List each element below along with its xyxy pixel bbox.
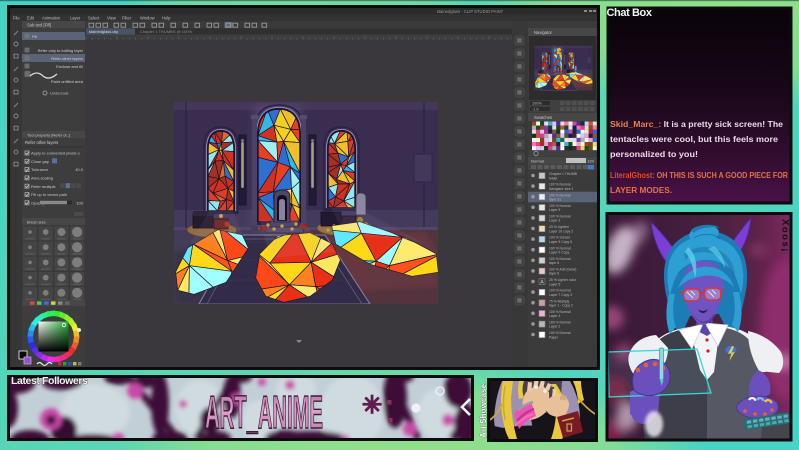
svg-text:layer 6: layer 6 (549, 261, 559, 265)
svg-text:Window: Window (140, 16, 155, 21)
svg-text:Enclose and fill: Enclose and fill (56, 64, 83, 69)
svg-text:layer 8: layer 8 (549, 272, 559, 276)
svg-text:Area scaling: Area scaling (31, 176, 53, 181)
svg-text:Animation: Animation (42, 16, 61, 21)
svg-text:Undercoat: Undercoat (50, 91, 69, 96)
svg-text:Skid_Marc_: It is a pretty sic: Skid_Marc_: It is a pretty sick screen! … (610, 120, 784, 129)
svg-text:Paint unfilled area: Paint unfilled area (51, 79, 84, 84)
svg-text:tentacles were cool, but this: tentacles were cool, but this feels more (610, 135, 779, 144)
svg-text:Layer 9 Copy: Layer 9 Copy (549, 251, 569, 255)
svg-text:Normal: Normal (531, 158, 544, 163)
svg-text:100: 100 (587, 158, 594, 163)
svg-text:Layer 3: Layer 3 (549, 219, 560, 223)
svg-text:layer 1 - Copy 2: layer 1 - Copy 2 (549, 304, 573, 308)
svg-text:Layer 7 Copy 3: Layer 7 Copy 3 (549, 293, 572, 297)
svg-text:stainedglass.clip: stainedglass.clip (89, 29, 119, 34)
svg-text:Layer 9: Layer 9 (549, 208, 560, 212)
svg-text:Swatches: Swatches (534, 115, 552, 120)
svg-text:Refer only to editing layer: Refer only to editing layer (38, 48, 84, 53)
svg-text:personalized to you!: personalized to you! (610, 150, 698, 159)
svg-text:Layer 10 copy 2: Layer 10 copy 2 (549, 229, 573, 233)
svg-text:Brush size: Brush size (27, 219, 46, 224)
svg-text:Layer 4: Layer 4 (549, 314, 560, 318)
svg-text:File: File (13, 16, 20, 21)
svg-text:Latest Followers: Latest Followers (11, 375, 88, 387)
svg-text:Help: Help (162, 16, 171, 21)
svg-text:View: View (107, 16, 116, 21)
svg-text:100: 100 (76, 200, 83, 205)
svg-text:LAYER MODES.: LAYER MODES. (610, 186, 672, 195)
svg-text:layer 31: layer 31 (549, 198, 561, 202)
svg-text:40.0: 40.0 (75, 167, 84, 172)
svg-text:Edit: Edit (27, 16, 35, 21)
svg-text:Fill: Fill (32, 34, 37, 39)
svg-text:Fill up to vector path: Fill up to vector path (31, 192, 67, 197)
svg-text:Chapter 1 THUMBS @ 100%: Chapter 1 THUMBS @ 100% (140, 29, 192, 34)
svg-text:Navigator: Navigator (534, 30, 553, 35)
svg-text:Art Showcase: Art Showcase (479, 383, 488, 438)
svg-text:Paper: Paper (549, 335, 559, 339)
svg-text:Refer other layers: Refer other layers (25, 140, 58, 145)
svg-text:Layer: Layer (70, 16, 81, 21)
svg-text:Close gap: Close gap (31, 159, 50, 164)
svg-text:Filter: Filter (122, 16, 132, 21)
svg-text:Navigator size 1: Navigator size 1 (549, 187, 573, 191)
svg-text:LiteralGhost: OH THIS IS SUCH: LiteralGhost: OH THIS IS SUCH A GOOD PIE… (610, 171, 788, 180)
svg-text:-1.9: -1.9 (532, 108, 539, 112)
svg-text:folder: folder (549, 176, 558, 180)
svg-text:Apply to connected pixels o: Apply to connected pixels o (31, 151, 80, 156)
svg-text:Layer 5: Layer 5 (549, 282, 560, 286)
svg-text:Tool property [Refer ot..]: Tool property [Refer ot..] (27, 132, 70, 137)
svg-text:stainedglass - CLIP STUDIO PAI: stainedglass - CLIP STUDIO PAINT (437, 9, 504, 14)
svg-text:Xoos¡: Xoos¡ (780, 219, 791, 253)
svg-text:100%: 100% (532, 102, 542, 106)
svg-text:Tolerance: Tolerance (31, 167, 49, 172)
svg-text:Layer 2: Layer 2 (549, 325, 560, 329)
svg-text:Refer multiple: Refer multiple (31, 184, 56, 189)
svg-text:Refer other layers: Refer other layers (51, 56, 83, 61)
svg-text:Sub tool [Fill]: Sub tool [Fill] (27, 22, 51, 27)
svg-text:Chat Box: Chat Box (607, 7, 653, 19)
svg-text:✳: ✳ (362, 392, 382, 419)
svg-text:Layer 9 Copy 5: Layer 9 Copy 5 (549, 240, 572, 244)
svg-text:ART_ANIME: ART_ANIME (205, 386, 323, 438)
svg-text:Select: Select (88, 16, 100, 21)
